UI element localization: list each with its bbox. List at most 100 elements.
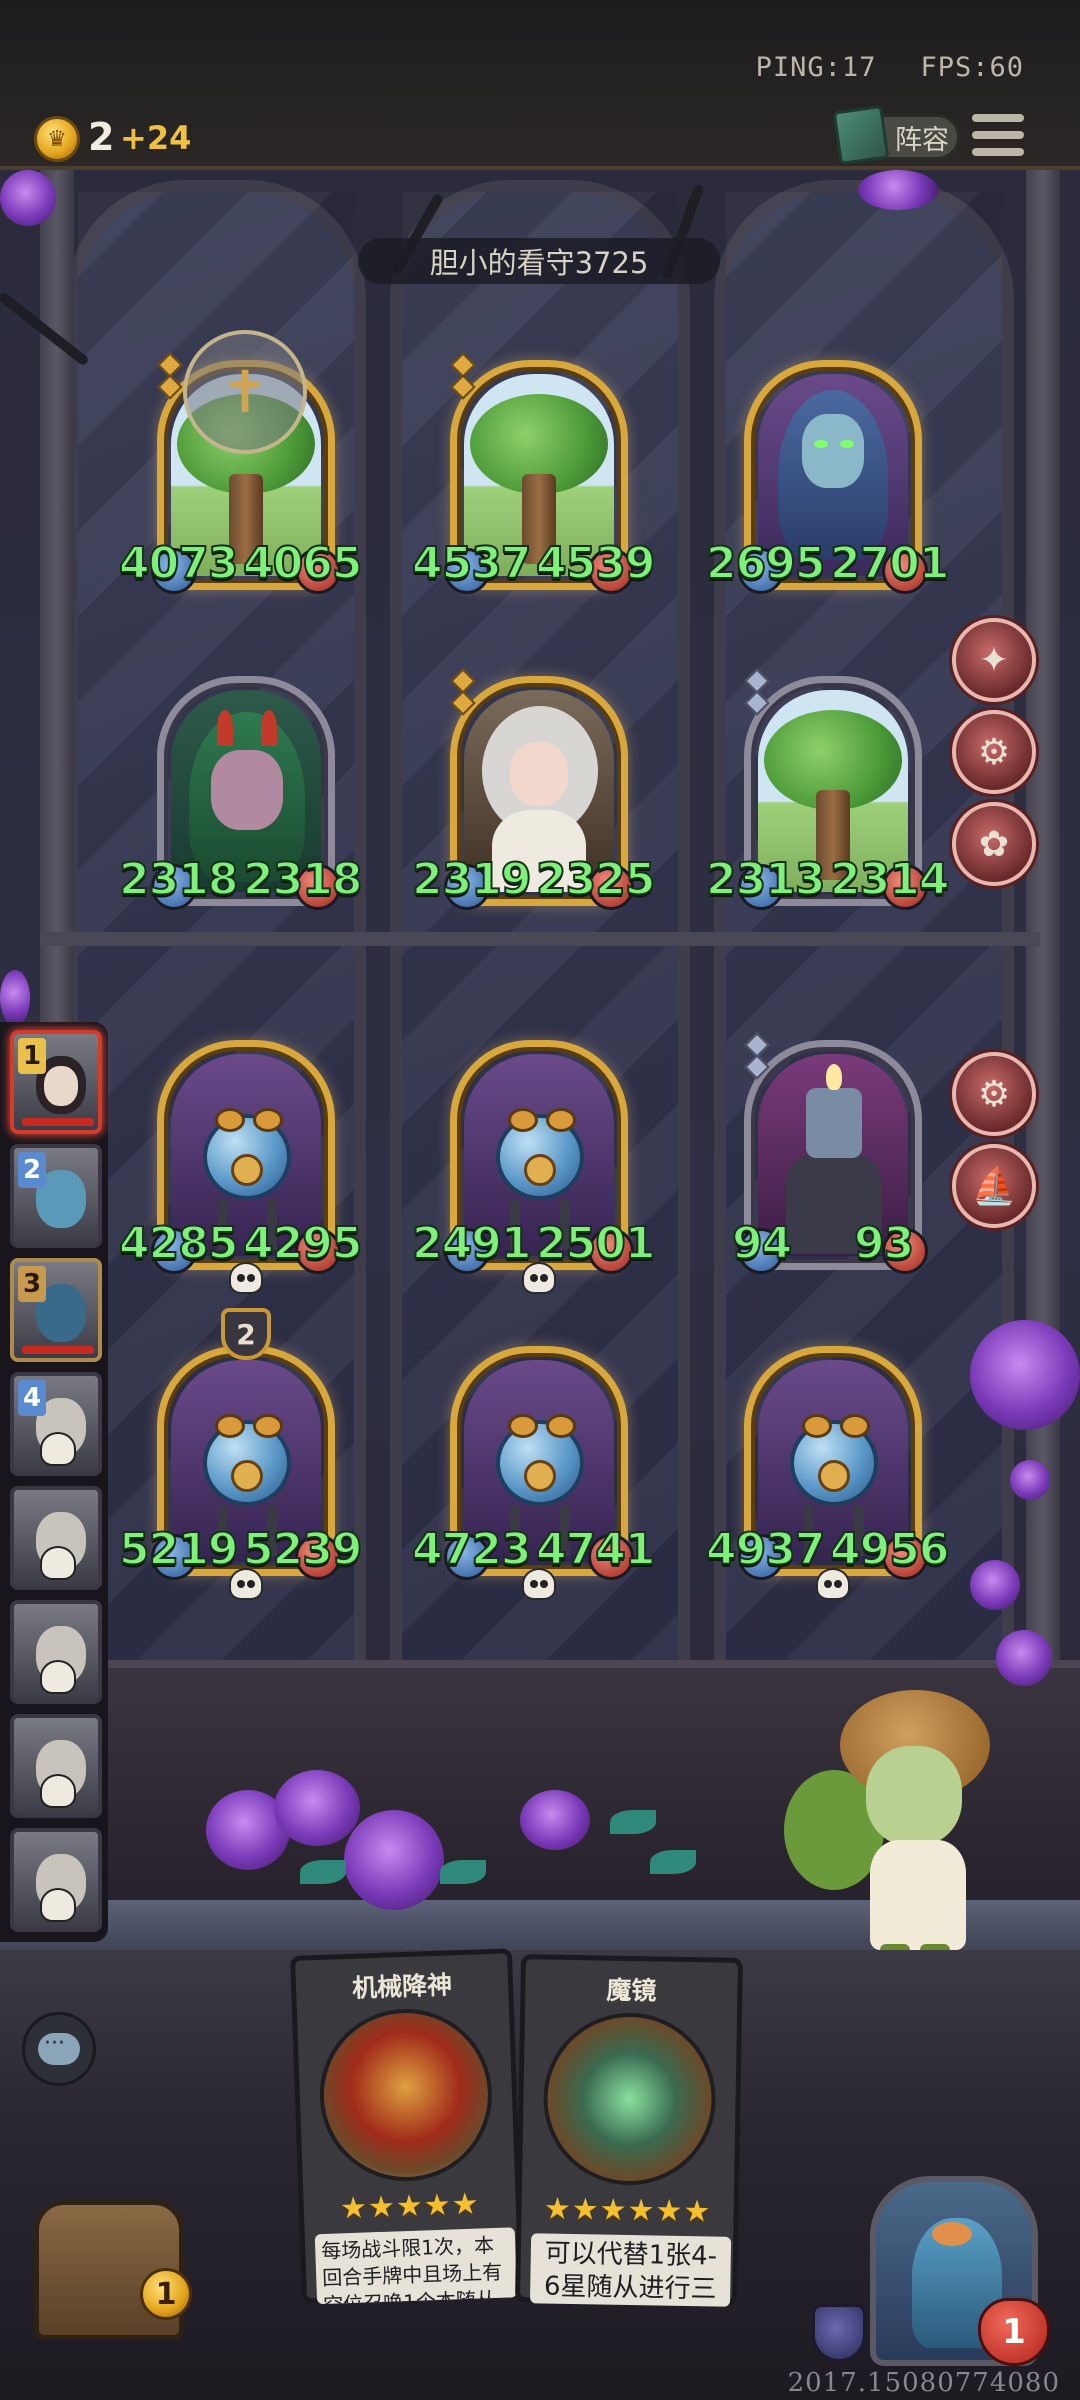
unit-attack: 4285 [118, 1217, 239, 1270]
sword-target-icon: ✝ [183, 330, 307, 454]
skull-icon [229, 1568, 263, 1600]
rose [344, 1810, 444, 1910]
ship-icon[interactable]: ⛵ [952, 1144, 1036, 1228]
unit-card[interactable]: 94 93 [731, 1032, 928, 1274]
skull-icon [522, 1262, 556, 1294]
unit-health: 2325 [535, 853, 656, 906]
unit-attack: 94 [731, 1217, 793, 1270]
pink-creature-icon[interactable]: ✿ [952, 802, 1036, 886]
unit-card[interactable]: 4537 4539 [411, 352, 656, 594]
opponent-rank: 4 [18, 1380, 46, 1416]
opponent-avatar[interactable] [10, 1714, 102, 1818]
skull-icon [522, 1568, 556, 1600]
card-stars: ★★★★★★ [543, 2191, 712, 2230]
hand-card[interactable]: 机械降神 ★★★★★ 每场战斗限1次，本回合手牌中且场上有空位召唤1个本随从的 [289, 1948, 525, 2305]
leaf [440, 1860, 486, 1884]
treasure-count: 1 [140, 2268, 192, 2320]
cannon-icon[interactable]: ⚙ [952, 1052, 1036, 1136]
unit-attack: 2695 [705, 537, 826, 590]
leaf [610, 1810, 656, 1834]
health-bar [22, 1118, 94, 1126]
unit-attack: 2318 [118, 853, 239, 906]
shield-icon [812, 2304, 866, 2362]
unit-card[interactable]: 2318 2318 [118, 676, 363, 910]
opponent-avatar[interactable] [10, 1600, 102, 1704]
unit-card[interactable]: 2313 2314 [705, 668, 950, 910]
card-title: 魔镜 [606, 1975, 657, 2006]
unit-attack: 2319 [411, 853, 532, 906]
skull-icon [40, 1774, 76, 1808]
unit-health: 4741 [535, 1523, 656, 1576]
ping-readout: PING:17 [755, 52, 877, 83]
rose [0, 170, 56, 226]
chat-button[interactable] [22, 2012, 96, 2086]
book-icon [832, 104, 890, 166]
rose [0, 970, 30, 1026]
unit-health: 2314 [829, 853, 950, 906]
top-bar: PING:17 FPS:60 ♛ 2 +24 阵容 [0, 0, 1080, 170]
chat-icon [38, 2031, 80, 2065]
card-art [542, 2011, 718, 2187]
card-description: 每场战斗限1次，本回合手牌中且场上有空位召唤1个本随从的 [314, 2227, 518, 2305]
rose [520, 1790, 590, 1850]
unit-card[interactable]: 4285 4295 [118, 1040, 363, 1294]
fps-readout: FPS:60 [920, 52, 1024, 83]
opponent-rank: 3 [18, 1266, 46, 1302]
rose [1010, 1460, 1050, 1500]
unit-attack: 4937 [705, 1523, 826, 1576]
unit-card[interactable]: 2491 2501 [411, 1040, 656, 1294]
unit-card[interactable]: 2 5219 5239 [118, 1308, 363, 1600]
hand-card[interactable]: 魔镜 ★★★★★★ 可以代替1张4-6星随从进行三连 [514, 1954, 744, 2307]
rose [858, 170, 938, 210]
cannon-icon[interactable]: ⚙ [952, 710, 1036, 794]
unit-health: 4956 [829, 1523, 950, 1576]
opponent-name-text: 胆小的看守3725 [429, 246, 649, 280]
unit-card[interactable]: ✝ 4073 4065 [118, 330, 363, 594]
crown-coin-icon: ♛ [34, 116, 80, 162]
opponent-rank: 2 [18, 1152, 46, 1188]
golden-figure-icon[interactable]: ✦ [952, 618, 1036, 702]
opponent-avatar[interactable]: 3 [10, 1258, 102, 1362]
skull-icon [229, 1262, 263, 1294]
treasure-chest-button[interactable]: 1 [14, 2160, 210, 2350]
unit-attack: 5219 [118, 1523, 239, 1576]
card-stars: ★★★★★ [339, 2186, 481, 2227]
rose [970, 1320, 1080, 1430]
opponent-avatar[interactable] [10, 1486, 102, 1590]
rose [274, 1770, 360, 1846]
unit-attack: 4537 [411, 537, 532, 590]
opponent-avatar[interactable]: 2 [10, 1144, 102, 1248]
opponent-avatar[interactable] [10, 1828, 102, 1932]
health-bar [22, 1346, 94, 1354]
opponent-avatar[interactable]: 4 [10, 1372, 102, 1476]
unit-attack: 2491 [411, 1217, 532, 1270]
unit-health: 4295 [242, 1217, 363, 1270]
opponent-rank: 1 [18, 1038, 46, 1074]
skull-icon [40, 1888, 76, 1922]
card-description: 可以代替1张4-6星随从进行三连 [529, 2233, 732, 2307]
gold-income: +24 [120, 119, 192, 157]
rose [996, 1630, 1052, 1686]
unit-card[interactable]: 2695 2701 [705, 360, 950, 594]
skull-icon [816, 1568, 850, 1600]
unit-card[interactable]: 4723 4741 [411, 1346, 656, 1600]
unit-health: 2701 [829, 537, 950, 590]
level-badge: 2 [221, 1308, 271, 1360]
lineup-label: 阵容 [895, 124, 949, 156]
unit-health: 2501 [535, 1217, 656, 1270]
unit-card[interactable]: 2319 2325 [411, 668, 656, 910]
unit-card[interactable]: 4937 4956 [705, 1346, 950, 1600]
skull-icon [40, 1660, 76, 1694]
hamburger-menu-icon[interactable] [972, 110, 1024, 160]
gold-amount: 2 [88, 115, 115, 159]
unit-health: 93 [853, 1217, 915, 1270]
pillar [1026, 170, 1060, 1670]
unit-attack: 4723 [411, 1523, 532, 1576]
opponent-avatar[interactable]: 1 [10, 1030, 102, 1134]
hero-character[interactable] [770, 1690, 1010, 1980]
unit-health: 4065 [242, 537, 363, 590]
skull-icon [40, 1546, 76, 1580]
card-art [316, 2006, 495, 2184]
unit-health: 4539 [535, 537, 656, 590]
unit-health: 5239 [242, 1523, 363, 1576]
